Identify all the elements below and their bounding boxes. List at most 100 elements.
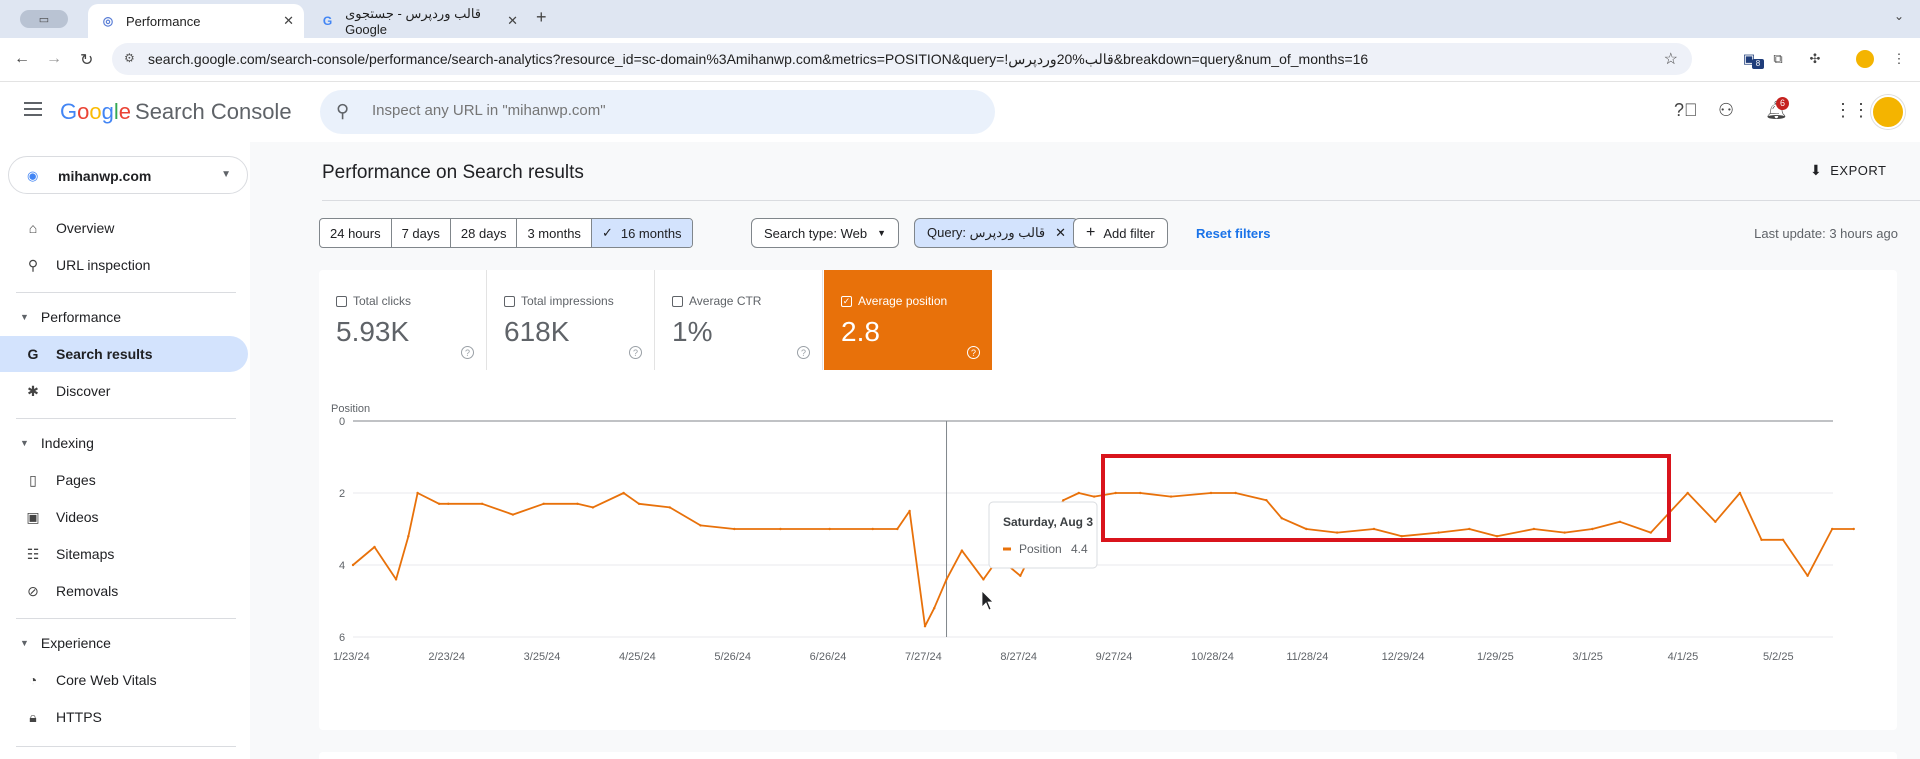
query-filter-chip[interactable]: Query: قالب وردپرس ✕ <box>914 218 1080 248</box>
property-selector[interactable]: ◉ mihanwp.com ▼ <box>8 156 248 194</box>
section-performance[interactable]: ▼ Performance <box>0 302 248 332</box>
reset-filters-link[interactable]: Reset filters <box>1196 226 1270 241</box>
sidebar-item-removals[interactable]: ⊘ Removals <box>0 573 248 609</box>
divider <box>16 746 236 747</box>
last-update-text: Last update: 3 hours ago <box>1754 226 1898 241</box>
extensions-puzzle-icon[interactable]: ✣ <box>1806 50 1824 68</box>
checkbox-checked-icon[interactable]: ✓ <box>841 295 852 307</box>
plus-icon: + <box>1086 224 1096 241</box>
x-tick-label: 1/29/25 <box>1477 651 1514 663</box>
inspect-url-input[interactable] <box>372 102 952 119</box>
search-console-favicon-icon: ◎ <box>102 14 114 28</box>
data-point <box>1760 538 1763 541</box>
help-icon[interactable]: ? <box>629 346 642 359</box>
sidebar-item-label: URL inspection <box>56 257 151 273</box>
site-info-icon[interactable]: ⚙ <box>124 51 135 65</box>
sidebar-item-overview[interactable]: ⌂ Overview <box>0 210 248 246</box>
sidebar-item-https[interactable]: 🔒︎ HTTPS <box>0 699 248 735</box>
data-point <box>1781 538 1785 541</box>
window-switcher-icon[interactable]: ▭ <box>20 10 68 28</box>
browser-menu-icon[interactable]: ⋮ <box>1890 50 1908 68</box>
url-inspect-search[interactable]: ⚲ <box>320 90 995 134</box>
help-icon[interactable]: ? <box>797 346 810 359</box>
search-icon: ⚲ <box>336 101 350 121</box>
help-icon[interactable]: ? <box>461 346 474 359</box>
data-point <box>1852 527 1855 531</box>
sidebar-item-search-results[interactable]: G Search results <box>0 336 248 372</box>
account-avatar[interactable] <box>1871 95 1905 129</box>
video-icon: ▣ <box>26 508 40 525</box>
section-experience[interactable]: ▼ Experience <box>0 628 248 658</box>
tab-performance[interactable]: ◎ Performance ✕ <box>88 4 304 38</box>
metric-average-ctr[interactable]: Average CTR 1% ? <box>655 270 823 370</box>
sidebar-item-videos[interactable]: ▣ Videos <box>0 499 248 535</box>
property-name: mihanwp.com <box>58 168 152 184</box>
date-16-months[interactable]: ✓ 16 months <box>591 219 692 247</box>
data-point <box>1265 499 1268 502</box>
metric-value: 1% <box>672 316 713 347</box>
section-indexing[interactable]: ▼ Indexing <box>0 428 248 458</box>
sidebar-item-discover[interactable]: ✱ Discover <box>0 373 248 409</box>
date-3-months[interactable]: 3 months <box>517 219 592 247</box>
data-point <box>447 502 450 505</box>
highlight-annotation-box <box>1101 454 1671 542</box>
reload-icon[interactable]: ↻ <box>80 50 93 70</box>
new-tab-button[interactable]: + <box>536 7 547 28</box>
manage-users-icon[interactable]: ⚇ <box>1718 100 1734 121</box>
sidebar-item-core-web-vitals[interactable]: ◔ Core Web Vitals <box>0 662 248 698</box>
sidebar-item-label: HTTPS <box>56 709 102 725</box>
main-content: Performance on Search results ⬇ EXPORT 24… <box>250 142 1920 759</box>
date-28-days[interactable]: 28 days <box>451 219 518 247</box>
search-type-chip[interactable]: Search type: Web ▼ <box>751 218 900 248</box>
tooltip-box <box>988 501 1098 569</box>
date-24-hours[interactable]: 24 hours <box>320 219 392 247</box>
checkbox-icon[interactable] <box>504 295 515 307</box>
close-tab-icon[interactable]: ✕ <box>283 13 294 29</box>
metric-average-position[interactable]: ✓ Average position 2.8 ? <box>824 270 992 370</box>
data-point <box>982 578 985 581</box>
help-icon[interactable]: ?⃝ <box>1674 100 1698 121</box>
url-text[interactable]: search.google.com/search-console/perform… <box>148 51 1368 68</box>
metric-total-impressions[interactable]: Total impressions 618K ? <box>487 270 655 370</box>
data-point <box>1714 520 1717 523</box>
search-console-logo[interactable]: Google Search Console <box>60 99 292 125</box>
checkbox-icon[interactable] <box>336 295 347 307</box>
data-point <box>1019 574 1022 577</box>
back-icon[interactable]: ← <box>14 50 30 68</box>
x-tick-label: 3/1/25 <box>1572 651 1603 663</box>
data-point <box>1738 491 1742 495</box>
data-point <box>733 527 736 531</box>
close-tab-icon[interactable]: ✕ <box>507 13 518 29</box>
data-point <box>511 513 515 516</box>
sitemap-icon: ☷ <box>26 545 40 562</box>
date-7-days[interactable]: 7 days <box>392 219 451 247</box>
profile-avatar-icon[interactable] <box>1856 50 1874 68</box>
app-header: GoogleSearch Console ⚲ ?⃝ ⚇ 🔔︎ ⋮⋮ <box>0 82 1920 142</box>
bookmark-star-icon[interactable]: ☆ <box>1664 49 1678 69</box>
data-point <box>1234 491 1237 495</box>
export-button[interactable]: ⬇ EXPORT <box>1810 162 1886 179</box>
sidebar-item-pages[interactable]: ▯ Pages <box>0 462 248 498</box>
remove-filter-icon[interactable]: ✕ <box>1055 225 1066 241</box>
tab-search-chevron-icon[interactable]: ⌄ <box>1894 9 1904 23</box>
forward-icon[interactable]: → <box>46 50 62 68</box>
google-g-icon: G <box>27 346 39 362</box>
extension-icon[interactable]: ⧉ <box>1769 50 1787 68</box>
eye-off-icon: ⊘ <box>27 582 39 599</box>
position-chart[interactable]: Position02461/23/24 2/23/24 3/25/24 4/25/24… <box>319 390 1897 730</box>
tab-google-search[interactable]: G قالب وردپرس - جستجوی Google ✕ <box>308 4 528 38</box>
apps-grid-icon[interactable]: ⋮⋮ <box>1834 100 1870 121</box>
sidebar-item-sitemaps[interactable]: ☷ Sitemaps <box>0 536 248 572</box>
data-point <box>960 549 964 552</box>
browser-tab-bar: ▭ ◎ Performance ✕ G قالب وردپرس - جستجوی… <box>0 0 1920 38</box>
metric-total-clicks[interactable]: Total clicks 5.93K ? <box>319 270 487 370</box>
checkbox-icon[interactable] <box>672 295 683 307</box>
metric-value: 618K <box>504 316 570 347</box>
x-tick-label: 7/27/24 <box>905 651 942 663</box>
url-field[interactable]: ⚙ search.google.com/search-console/perfo… <box>112 43 1692 75</box>
main-menu-icon[interactable] <box>24 102 42 120</box>
help-icon[interactable]: ? <box>967 346 980 359</box>
sidebar-item-url-inspection[interactable]: ⚲ URL inspection <box>0 247 248 283</box>
add-filter-button[interactable]: + Add filter <box>1073 218 1168 248</box>
x-tick-label: 5/26/24 <box>714 651 751 663</box>
